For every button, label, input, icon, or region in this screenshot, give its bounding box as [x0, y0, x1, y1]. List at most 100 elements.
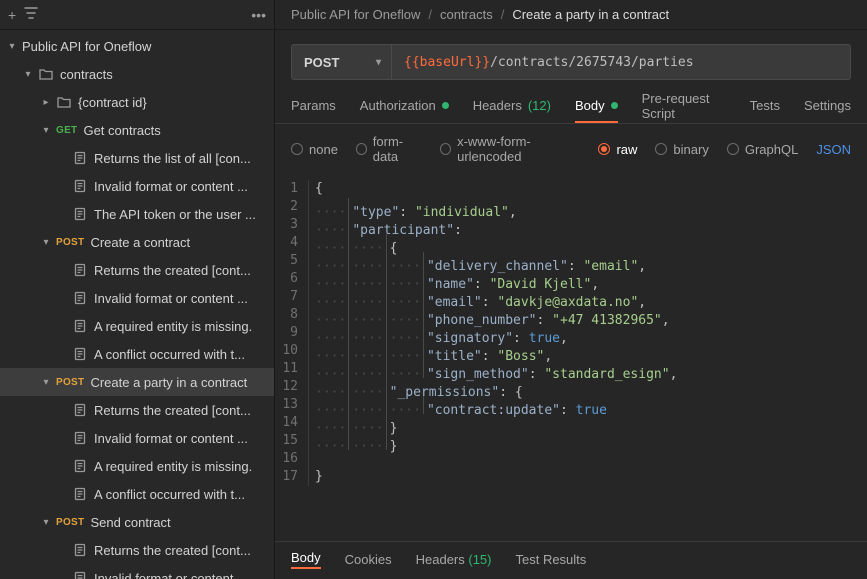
editor-line[interactable]: 2 ····"type": "individual", — [275, 198, 867, 216]
line-number: 4 — [275, 234, 309, 252]
radio-label: form-data — [373, 134, 422, 164]
filter-icon[interactable] — [24, 6, 38, 23]
chevron-down-icon: ▾ — [6, 41, 18, 52]
tree-example[interactable]: Returns the created [cont... — [0, 396, 274, 424]
response-tab-body[interactable]: Body — [291, 550, 321, 569]
method-dropdown[interactable]: POST ▾ — [292, 45, 392, 79]
tree-example[interactable]: The API token or the user ... — [0, 200, 274, 228]
response-tab-headers[interactable]: Headers (15) — [416, 552, 492, 567]
line-number: 17 — [275, 468, 309, 486]
radio-label: raw — [616, 142, 637, 157]
line-code: ············"contract:update": true — [315, 396, 607, 414]
tree-example[interactable]: Invalid format or content ... — [0, 564, 274, 579]
chevron-down-icon — [56, 461, 68, 472]
tree-example[interactable]: Invalid format or content ... — [0, 172, 274, 200]
line-number: 10 — [275, 342, 309, 360]
folder-icon — [38, 66, 54, 82]
editor-line[interactable]: 15········} — [275, 432, 867, 450]
response-tab-label: Test Results — [515, 552, 586, 567]
tab-count: (12) — [528, 98, 551, 113]
editor-line[interactable]: 13············"contract:update": true — [275, 396, 867, 414]
body-type--raph-[interactable]: GraphQL — [727, 142, 798, 157]
editor-line[interactable]: 7············"email": "davkje@axdata.no"… — [275, 288, 867, 306]
response-tab-cookies[interactable]: Cookies — [345, 552, 392, 567]
tree-example[interactable]: Invalid format or content ... — [0, 284, 274, 312]
collection-tree: ▾ Public API for Oneflow ▾contracts▸{con… — [0, 30, 274, 579]
tab-authorization[interactable]: Authorization — [360, 90, 449, 123]
tab-body[interactable]: Body — [575, 90, 618, 123]
line-number: 16 — [275, 450, 309, 468]
tree-request[interactable]: ▾POSTCreate a contract — [0, 228, 274, 256]
tab-label: Settings — [804, 98, 851, 113]
tab-params[interactable]: Params — [291, 90, 336, 123]
collection-root[interactable]: ▾ Public API for Oneflow — [0, 32, 274, 60]
editor-line[interactable]: 10············"title": "Boss", — [275, 342, 867, 360]
line-number: 5 — [275, 252, 309, 270]
tree-item-label: Get contracts — [83, 123, 266, 138]
method-badge: POST — [56, 517, 84, 528]
chevron-down-icon — [56, 405, 68, 416]
tab-tests[interactable]: Tests — [750, 90, 780, 123]
tree-folder[interactable]: ▸{contract id} — [0, 88, 274, 116]
body-editor[interactable]: 1{2 ····"type": "individual",3····"partic… — [275, 174, 867, 541]
tree-example[interactable]: Invalid format or content ... — [0, 424, 274, 452]
editor-line[interactable]: 4········{ — [275, 234, 867, 252]
tree-example[interactable]: A required entity is missing. — [0, 452, 274, 480]
main-panel: Public API for Oneflow/contracts/Create … — [275, 0, 867, 579]
more-icon[interactable]: ••• — [251, 7, 266, 23]
editor-line[interactable]: 11············"sign_method": "standard_e… — [275, 360, 867, 378]
chevron-down-icon: ▾ — [376, 57, 381, 68]
body-format-dropdown[interactable]: JSON — [816, 142, 851, 157]
radio-label: none — [309, 142, 338, 157]
response-tabs: Body Cookies Headers (15) Test Results — [275, 541, 867, 579]
url-input[interactable]: {{baseUrl}}/contracts/2675743/parties — [392, 55, 706, 70]
body-type-raw[interactable]: raw — [598, 142, 637, 157]
tab-headers[interactable]: Headers (12) — [473, 90, 551, 123]
folder-icon — [56, 94, 72, 110]
line-number: 2 — [275, 198, 309, 216]
body-type-form-data[interactable]: form-data — [356, 134, 422, 164]
tree-request[interactable]: ▾POSTSend contract — [0, 508, 274, 536]
tree-folder[interactable]: ▾contracts — [0, 60, 274, 88]
body-type-binary[interactable]: binary — [655, 142, 708, 157]
chevron-down-icon: ▾ — [40, 377, 52, 388]
chevron-down-icon: ▾ — [40, 237, 52, 248]
tree-request[interactable]: ▾POSTCreate a party in a contract — [0, 368, 274, 396]
response-tab-test-results[interactable]: Test Results — [515, 552, 586, 567]
editor-line[interactable]: 17} — [275, 468, 867, 486]
example-icon — [72, 430, 88, 446]
line-code: ····"type": "individual", — [315, 198, 517, 216]
tree-example[interactable]: Returns the created [cont... — [0, 536, 274, 564]
chevron-down-icon: ▾ — [40, 517, 52, 528]
tree-example[interactable]: A conflict occurred with t... — [0, 340, 274, 368]
line-code: ············"phone_number": "+47 4138296… — [315, 306, 670, 324]
tree-request[interactable]: ▾GETGet contracts — [0, 116, 274, 144]
editor-line[interactable]: 6············"name": "David Kjell", — [275, 270, 867, 288]
editor-line[interactable]: 3····"participant": — [275, 216, 867, 234]
editor-line[interactable]: 5············"delivery_channel": "email"… — [275, 252, 867, 270]
tree-example[interactable]: A required entity is missing. — [0, 312, 274, 340]
editor-line[interactable]: 1{ — [275, 180, 867, 198]
tree-example[interactable]: A conflict occurred with t... — [0, 480, 274, 508]
chevron-down-icon: ▾ — [22, 69, 34, 80]
radio-icon — [727, 143, 739, 155]
radio-label: binary — [673, 142, 708, 157]
breadcrumb-item[interactable]: Public API for Oneflow — [291, 7, 420, 22]
radio-icon — [440, 143, 451, 155]
tab-label: Authorization — [360, 98, 436, 113]
tab-pre-request-script[interactable]: Pre-request Script — [642, 90, 726, 123]
tree-example[interactable]: Returns the created [cont... — [0, 256, 274, 284]
breadcrumb: Public API for Oneflow/contracts/Create … — [275, 0, 867, 30]
editor-line[interactable]: 8············"phone_number": "+47 413829… — [275, 306, 867, 324]
example-icon — [72, 150, 88, 166]
tab-settings[interactable]: Settings — [804, 90, 851, 123]
chevron-down-icon — [56, 349, 68, 360]
line-code: ········} — [315, 432, 397, 450]
example-icon — [72, 178, 88, 194]
tree-example[interactable]: Returns the list of all [con... — [0, 144, 274, 172]
body-type-none[interactable]: none — [291, 142, 338, 157]
body-type-x-www-form-urlencoded[interactable]: x-www-form-urlencoded — [440, 134, 580, 164]
url-bar: POST ▾ {{baseUrl}}/contracts/2675743/par… — [291, 44, 851, 80]
new-tab-icon[interactable]: + — [8, 7, 16, 23]
breadcrumb-item[interactable]: contracts — [440, 7, 493, 22]
